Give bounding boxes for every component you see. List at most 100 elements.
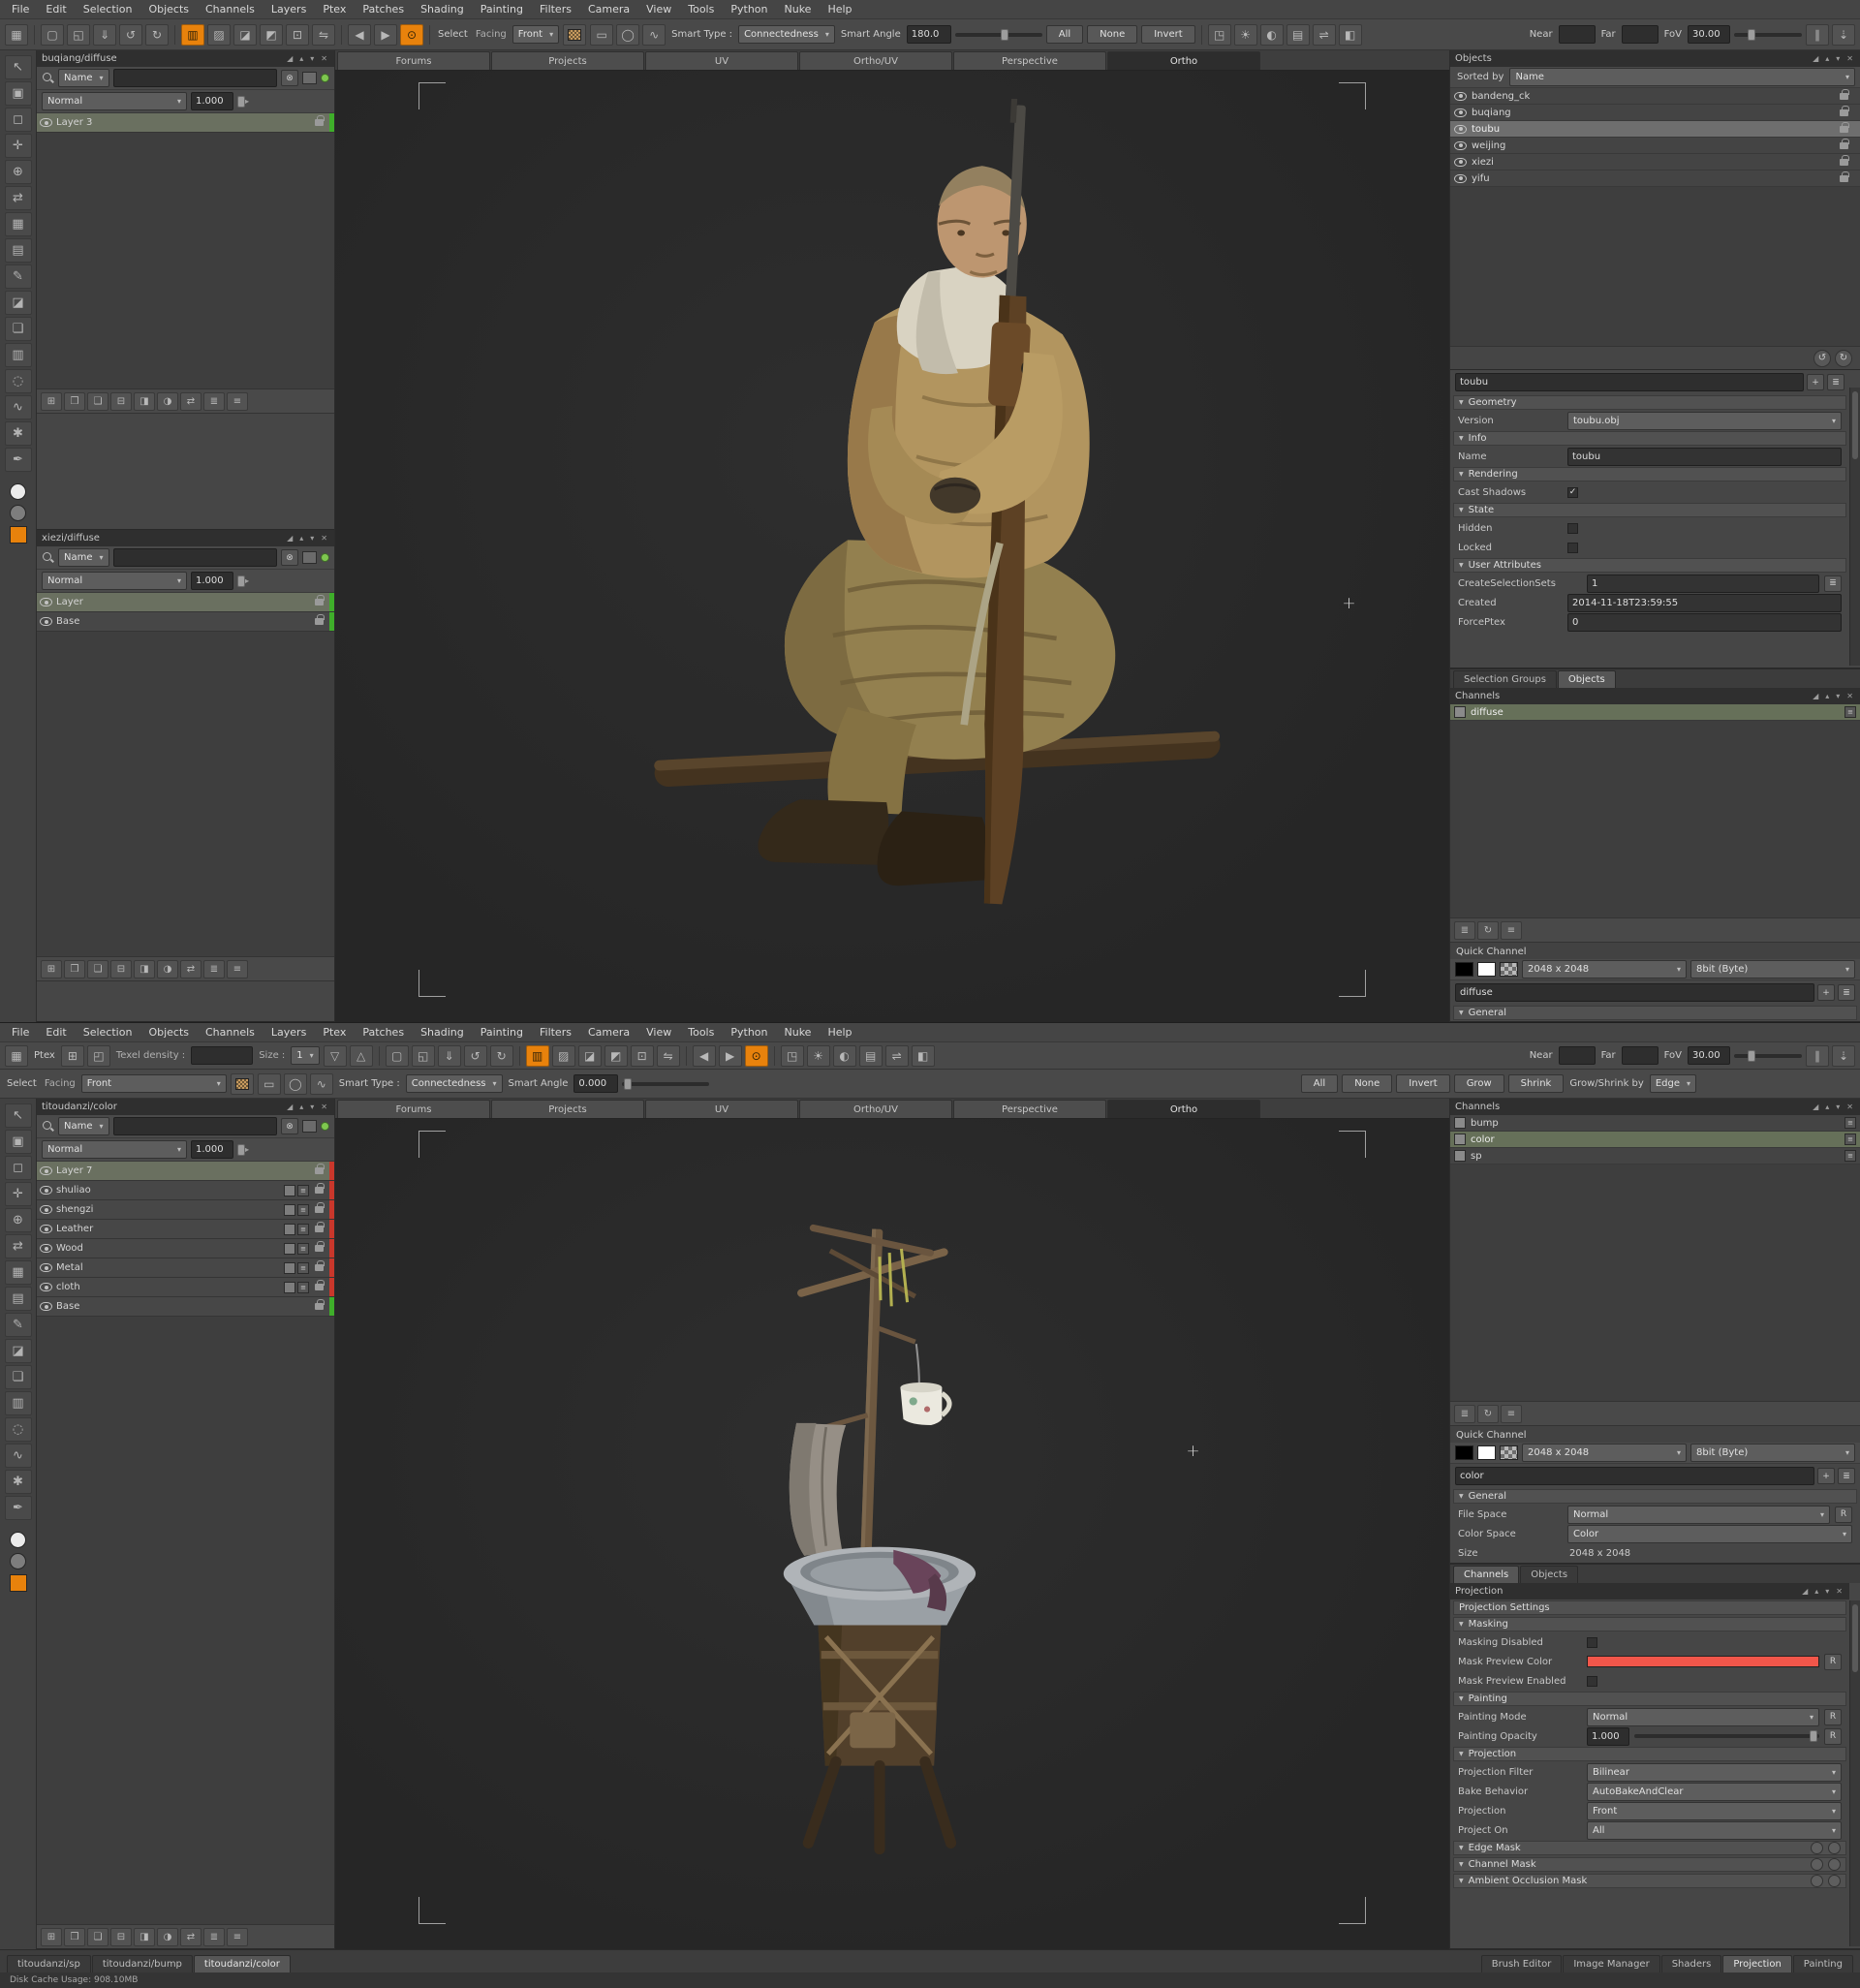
symmetry-icon[interactable]: ⇋ (312, 24, 335, 46)
section-user-attributes[interactable]: ▼User Attributes (1453, 558, 1846, 573)
section-rendering[interactable]: ▼Rendering (1453, 467, 1846, 481)
select-none-button[interactable]: None (1342, 1074, 1392, 1093)
collapse-icon[interactable]: ▴ (1823, 692, 1831, 700)
lock-icon[interactable] (315, 1303, 324, 1310)
channel-row[interactable]: bump ≡ (1450, 1115, 1860, 1132)
menu-item[interactable]: Patches (355, 1, 412, 17)
object-row[interactable]: weijing (1450, 138, 1860, 154)
ptex-quad-icon[interactable]: ⊞ (61, 1045, 84, 1067)
lock-icon[interactable] (315, 1245, 324, 1252)
select-all-button[interactable]: All (1046, 25, 1083, 44)
layer-mask-icon[interactable]: ≡ (297, 1262, 309, 1274)
painting-opacity-slider[interactable] (1634, 1734, 1819, 1738)
checker-swatch[interactable] (1500, 962, 1518, 977)
ptex-face-icon[interactable]: ◰ (87, 1045, 110, 1067)
wireframe-toggle-icon[interactable]: ▤ (1286, 24, 1310, 46)
layer-row[interactable]: Layer ≡ (37, 593, 334, 612)
expand-icon[interactable]: ▾ (308, 54, 316, 63)
paint-tool[interactable]: ✎ (5, 1313, 32, 1337)
paint-color-swatch[interactable] (10, 526, 27, 544)
lighting-toggle-icon[interactable]: ☀ (1234, 24, 1257, 46)
collapse-icon[interactable]: ▴ (297, 534, 305, 543)
lighting-toggle-icon[interactable]: ☀ (807, 1045, 830, 1067)
channel-mask-toggle-icon[interactable] (1811, 1858, 1823, 1871)
projection-filter-dropdown[interactable]: Bilinear▾ (1587, 1763, 1842, 1782)
close-icon[interactable]: ✕ (319, 1103, 329, 1111)
paint-through-icon[interactable]: ▨ (552, 1045, 575, 1067)
uv-select-tool[interactable]: ▤ (5, 1287, 32, 1311)
menu-item[interactable]: Edit (38, 1024, 74, 1041)
adjustment-layer-icon[interactable]: ◑ (157, 960, 178, 978)
layer-list-icon[interactable]: ≣ (203, 1928, 225, 1946)
edge-mask-toggle-icon[interactable] (1811, 1842, 1823, 1854)
collapse-icon[interactable]: ▴ (297, 54, 305, 63)
painting-opacity-input[interactable]: 1.000 (1587, 1727, 1629, 1746)
paint-through-icon[interactable]: ▨ (207, 24, 231, 46)
dock-tab[interactable]: Channels (1453, 1566, 1519, 1583)
hidden-checkbox[interactable] (1567, 523, 1578, 534)
patch-select-tool[interactable]: ▦ (5, 1260, 32, 1285)
locked-checkbox[interactable] (1567, 543, 1578, 553)
rect-select-icon[interactable]: ▭ (590, 24, 613, 46)
reset-button[interactable]: R (1824, 1709, 1842, 1725)
remove-layer-icon[interactable]: ≡ (227, 960, 248, 978)
layer-thumbnail-icon[interactable] (284, 1282, 295, 1293)
lock-icon[interactable] (1840, 175, 1848, 182)
menu-item[interactable]: Nuke (777, 1024, 820, 1041)
expand-icon[interactable]: ▾ (1834, 692, 1842, 700)
undo-icon[interactable]: ↺ (464, 1045, 487, 1067)
lock-icon[interactable] (1840, 109, 1848, 116)
shrink-button[interactable]: Shrink (1508, 1074, 1565, 1093)
palette-tab[interactable]: titoudanzi/color (194, 1955, 291, 1972)
menu-item[interactable]: Camera (580, 1, 637, 17)
transform-tool[interactable]: ⇄ (5, 186, 32, 210)
lock-icon[interactable] (1840, 126, 1848, 133)
save-project-icon[interactable]: ⇓ (93, 24, 116, 46)
mask-preview-color-swatch[interactable] (1587, 1656, 1819, 1667)
next-view-icon[interactable]: ▶ (374, 24, 397, 46)
pan-tool[interactable]: ✛ (5, 134, 32, 158)
add-mask-icon[interactable]: ◨ (134, 1928, 155, 1946)
visibility-eye-icon[interactable] (40, 1244, 52, 1253)
smart-angle-slider[interactable] (622, 1082, 709, 1086)
paint-color-swatch[interactable] (10, 1574, 27, 1592)
lock-icon[interactable] (315, 618, 324, 625)
prev-view-icon[interactable]: ◀ (348, 24, 371, 46)
viewport-3d[interactable]: + (335, 71, 1449, 1022)
dock-tab[interactable]: Objects (1558, 670, 1616, 688)
merge-layer-icon[interactable]: ⊟ (110, 1928, 132, 1946)
select-none-button[interactable]: None (1087, 25, 1137, 44)
menu-item[interactable]: Camera (580, 1024, 637, 1041)
lock-icon[interactable] (315, 1226, 324, 1232)
remove-layer-icon[interactable]: ≡ (227, 1928, 248, 1946)
menu-item[interactable]: Tools (680, 1024, 722, 1041)
frame-selected-icon[interactable]: ⊙ (400, 24, 423, 46)
section-edge-mask[interactable]: ▼Edge Mask (1453, 1841, 1846, 1855)
paint-mode-icon[interactable]: ▥ (526, 1045, 549, 1067)
checker-swatch[interactable] (1500, 1445, 1518, 1460)
filter-swatch-icon[interactable] (302, 1120, 317, 1133)
white-swatch[interactable] (1477, 1445, 1496, 1460)
next-view-icon[interactable]: ▶ (719, 1045, 742, 1067)
bottom-dock-tab[interactable]: Shaders (1661, 1955, 1722, 1972)
viewport-tab[interactable]: Projects (491, 1100, 644, 1118)
layer-thumbnail-icon[interactable] (284, 1243, 295, 1255)
object-select-tool[interactable]: ▣ (5, 81, 32, 106)
created-field[interactable]: 2014-11-18T23:59:55 (1567, 594, 1842, 612)
viewport-tab[interactable]: Forums (337, 1100, 490, 1118)
object-row[interactable]: yifu (1450, 171, 1860, 187)
channel-mask-preview-icon[interactable] (1828, 1858, 1841, 1871)
section-general[interactable]: ▼General (1453, 1489, 1857, 1504)
opacity-input[interactable]: 1.000 (191, 92, 233, 110)
grow-shrink-by-dropdown[interactable]: Edge▾ (1650, 1074, 1696, 1093)
menu-item[interactable]: Shading (413, 1024, 472, 1041)
visibility-eye-icon[interactable] (1454, 174, 1467, 183)
mirror-toggle-icon[interactable]: ⇌ (885, 1045, 909, 1067)
menu-item[interactable]: File (4, 1, 37, 17)
layer-row[interactable]: Metal ≡ (37, 1258, 334, 1278)
paint-tool[interactable]: ✎ (5, 264, 32, 289)
close-icon[interactable]: ✕ (319, 534, 329, 543)
menu-item[interactable]: Python (723, 1, 775, 17)
far-input[interactable] (1622, 25, 1658, 44)
smart-type-dropdown[interactable]: Connectedness▾ (738, 25, 835, 44)
